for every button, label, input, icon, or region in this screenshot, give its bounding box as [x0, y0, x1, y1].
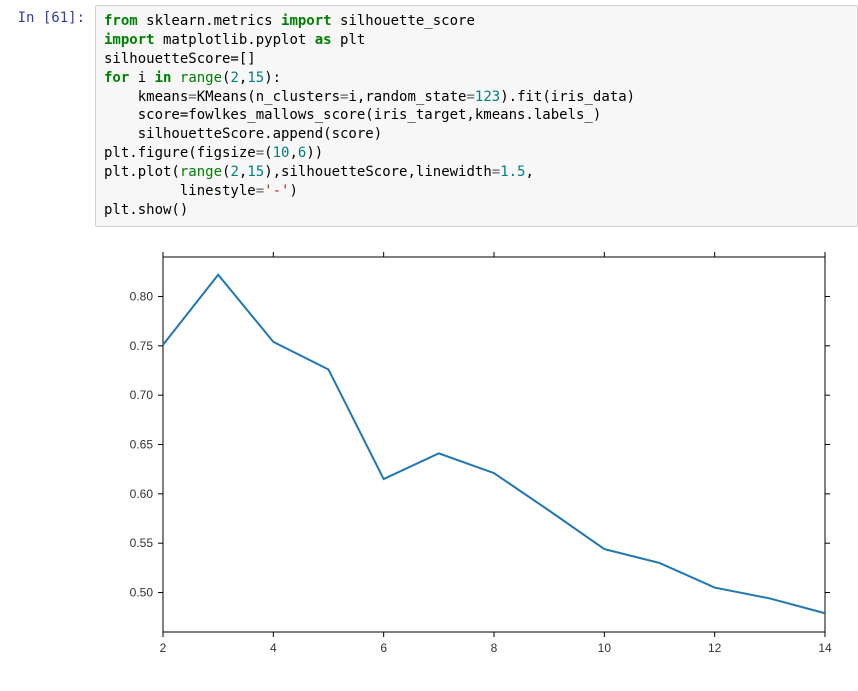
op: = — [188, 89, 196, 105]
input-cell: In [61]: from sklearn.metrics import sil… — [0, 0, 858, 232]
paren: ): — [264, 70, 281, 86]
code-text: ),silhouetteScore,linewidth — [264, 164, 492, 180]
svg-text:2: 2 — [160, 641, 167, 655]
builtin-range: range — [180, 70, 222, 86]
code-text: i,random_state — [348, 89, 466, 105]
op: = — [466, 89, 474, 105]
chart-svg: 0.50 0.55 0.60 0.65 0.70 0.75 0.80 2 4 6 8 10 12 14 — [103, 247, 843, 667]
output-prompt — [0, 237, 95, 667]
svg-text:6: 6 — [380, 641, 387, 655]
svg-text:0.75: 0.75 — [130, 339, 154, 353]
output-area: 0.50 0.55 0.60 0.65 0.70 0.75 0.80 2 4 6 8 10 12 14 — [95, 237, 858, 667]
code-text: KMeans(n_clusters — [197, 89, 340, 105]
code-editor[interactable]: from sklearn.metrics import silhouette_s… — [95, 5, 858, 227]
output-cell: 0.50 0.55 0.60 0.65 0.70 0.75 0.80 2 4 6 8 10 12 14 — [0, 232, 858, 672]
svg-text:10: 10 — [598, 641, 612, 655]
num: 15 — [247, 70, 264, 86]
svg-text:0.80: 0.80 — [130, 289, 154, 303]
num: 1.5 — [500, 164, 525, 180]
svg-text:0.70: 0.70 — [130, 388, 154, 402]
code-text: kmeans — [104, 89, 188, 105]
svg-text:0.55: 0.55 — [130, 536, 154, 550]
paren: ) — [289, 183, 297, 199]
code-line: plt.show() — [104, 202, 188, 218]
code-text: linestyle — [104, 183, 256, 199]
input-prompt: In [61]: — [0, 5, 95, 227]
string: '-' — [264, 183, 289, 199]
num: 123 — [475, 89, 500, 105]
svg-text:4: 4 — [270, 641, 277, 655]
code-text: ).fit(iris_data) — [500, 89, 635, 105]
kw-from: from — [104, 13, 138, 29]
code-text: plt.plot( — [104, 164, 180, 180]
svg-text:0.50: 0.50 — [130, 585, 154, 599]
svg-text:0.60: 0.60 — [130, 487, 154, 501]
kw-in: in — [155, 70, 172, 86]
alias-text: plt — [332, 32, 366, 48]
num: 2 — [230, 70, 238, 86]
svg-text:8: 8 — [491, 641, 498, 655]
line-chart: 0.50 0.55 0.60 0.65 0.70 0.75 0.80 2 4 6 8 10 12 14 — [103, 247, 843, 667]
kw-for: for — [104, 70, 129, 86]
op: = — [256, 183, 264, 199]
comma: , — [289, 145, 297, 161]
num: 15 — [247, 164, 264, 180]
code-text: plt.figure(figsize — [104, 145, 256, 161]
code-line: silhouetteScore.append(score) — [104, 126, 382, 142]
num: 2 — [230, 164, 238, 180]
svg-text:12: 12 — [708, 641, 722, 655]
var: i — [129, 70, 154, 86]
kw-import: import — [104, 32, 155, 48]
paren: )) — [306, 145, 323, 161]
paren: ( — [264, 145, 272, 161]
module-text: sklearn.metrics — [138, 13, 281, 29]
module-text: silhouette_score — [332, 13, 475, 29]
sp — [171, 70, 179, 86]
comma: , — [526, 164, 534, 180]
module-text: matplotlib.pyplot — [155, 32, 315, 48]
code-line: silhouetteScore=[] — [104, 51, 256, 67]
svg-text:0.65: 0.65 — [130, 437, 154, 451]
builtin-range: range — [180, 164, 222, 180]
op: = — [256, 145, 264, 161]
kw-import: import — [281, 13, 332, 29]
op: = — [492, 164, 500, 180]
code-line: score=fowlkes_mallows_score(iris_target,… — [104, 107, 601, 123]
num: 10 — [273, 145, 290, 161]
svg-text:14: 14 — [818, 641, 832, 655]
kw-as: as — [315, 32, 332, 48]
